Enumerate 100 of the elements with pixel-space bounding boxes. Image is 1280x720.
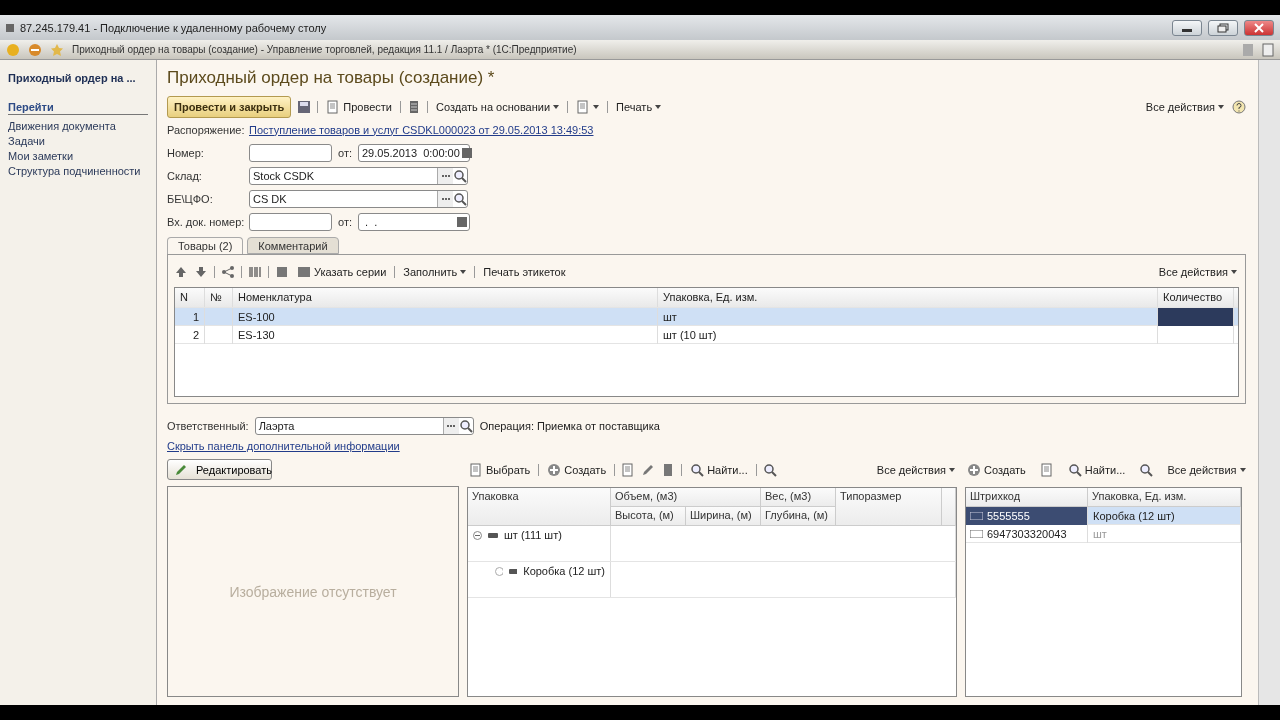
- clear-search-icon[interactable]: [762, 463, 777, 477]
- all-actions-menu[interactable]: Все действия: [1156, 262, 1239, 282]
- series-button[interactable]: Указать серии: [295, 262, 389, 282]
- caret-icon: [655, 105, 662, 109]
- table-cell: ES-130: [233, 326, 658, 344]
- column-header: Глубина, (м): [761, 507, 836, 526]
- table-row[interactable]: 1 ES-100 шт: [175, 308, 1238, 326]
- sidebar-item[interactable]: Мои заметки: [8, 150, 148, 162]
- column-header[interactable]: N: [175, 288, 205, 307]
- quantity-cell[interactable]: [1158, 308, 1234, 326]
- column-header: Типоразмер: [836, 488, 942, 526]
- hide-panel-link[interactable]: Скрыть панель дополнительной информации: [167, 440, 400, 452]
- sidebar-item[interactable]: Движения документа: [8, 120, 148, 132]
- find-button[interactable]: Найти...: [688, 460, 750, 480]
- caret-icon: [949, 468, 955, 472]
- share-icon[interactable]: [221, 265, 235, 279]
- caret-icon: [460, 270, 467, 274]
- all-actions-menu[interactable]: Все действия: [1165, 460, 1248, 480]
- scrollbar[interactable]: [1258, 60, 1280, 705]
- form-title: Приходный ордер на товары (создание) *: [167, 68, 496, 88]
- print-menu[interactable]: Печать: [614, 97, 664, 117]
- window-title: 87.245.179.41 - Подключение к удаленному рабочему столу: [20, 21, 328, 34]
- caret-icon: [553, 105, 560, 109]
- column-header[interactable]: Упаковка: [468, 488, 611, 526]
- date-field[interactable]: 29.05.2013 0:00:00: [358, 143, 470, 162]
- tab[interactable]: Комментарий: [247, 237, 339, 254]
- document-icon[interactable]: [1039, 463, 1054, 477]
- document-menu[interactable]: [574, 97, 602, 117]
- search-icon[interactable]: [690, 463, 705, 477]
- restore-icon: [1217, 22, 1229, 33]
- table-cell: 5555555: [966, 507, 1088, 525]
- caret-icon: [593, 105, 600, 109]
- select-button[interactable]: Выбрать: [467, 460, 533, 480]
- pencil-icon[interactable]: [174, 462, 188, 477]
- document-icon[interactable]: [576, 100, 591, 114]
- search-icon[interactable]: [453, 168, 467, 183]
- menu-icon[interactable]: [28, 42, 42, 57]
- column-header[interactable]: Количество: [1158, 288, 1234, 307]
- select-field[interactable]: CS DK: [249, 189, 468, 208]
- save-icon[interactable]: [297, 100, 312, 114]
- search-icon[interactable]: [1067, 463, 1082, 477]
- table-row[interactable]: 2 ES-130 шт (10 шт): [175, 326, 1238, 344]
- all-actions-menu[interactable]: Все действия: [874, 460, 957, 480]
- collapse-icon[interactable]: [473, 530, 482, 540]
- add-icon[interactable]: [547, 463, 562, 477]
- field-label: от:: [338, 215, 352, 228]
- column-header[interactable]: №: [205, 288, 233, 307]
- create-button[interactable]: Создать: [965, 460, 1028, 480]
- select-field[interactable]: Лаэрта: [254, 416, 474, 435]
- column-header[interactable]: Штрихкод: [966, 488, 1088, 507]
- number-field[interactable]: [249, 212, 332, 231]
- pencil-icon[interactable]: [641, 463, 656, 477]
- create-button[interactable]: Создать: [545, 460, 609, 480]
- date-field[interactable]: . .: [358, 212, 470, 231]
- ellipsis-icon[interactable]: [442, 417, 459, 434]
- tab[interactable]: Товары (2): [167, 237, 244, 254]
- ellipsis-icon[interactable]: [437, 167, 453, 184]
- post-button[interactable]: Провести: [324, 97, 394, 117]
- find-button[interactable]: Найти...: [1065, 460, 1128, 480]
- field-label: от:: [338, 146, 352, 159]
- caret-icon: [1218, 105, 1224, 109]
- sidebar-item[interactable]: Задачи: [8, 135, 148, 147]
- search-icon[interactable]: [458, 418, 473, 433]
- tree-item[interactable]: шт (111 шт): [473, 529, 605, 541]
- table-row[interactable]: 5555555 Коробка (12 шт): [966, 507, 1241, 525]
- column-header[interactable]: Упаковка, Ед. изм.: [1088, 488, 1241, 507]
- number-field[interactable]: [249, 143, 332, 162]
- operation-text: Операция: Приемка от поставщика: [479, 419, 660, 432]
- print-labels-button[interactable]: Печать этикеток: [481, 262, 568, 282]
- column-header[interactable]: Упаковка, Ед. изм.: [658, 288, 1158, 307]
- close-button[interactable]: [1244, 19, 1274, 36]
- document-icon[interactable]: [621, 463, 636, 477]
- table-row[interactable]: 6947303320043 шт: [966, 525, 1241, 543]
- field-label: Склад:: [167, 169, 203, 182]
- minimize-button[interactable]: [1172, 19, 1202, 36]
- order-link[interactable]: Поступление товаров и услуг CSDKL000023 от 29.05.2013 13:49:53: [249, 123, 594, 136]
- ellipsis-icon[interactable]: [437, 190, 453, 207]
- field-label: БЕ\ЦФО:: [167, 192, 214, 205]
- document-icon[interactable]: [469, 463, 483, 477]
- help-icon[interactable]: [1232, 100, 1246, 114]
- package-icon: [488, 532, 498, 538]
- clear-search-icon[interactable]: [1139, 463, 1154, 477]
- star-icon[interactable]: [50, 42, 64, 57]
- up-arrow-icon[interactable]: [174, 265, 188, 279]
- fill-menu[interactable]: Заполнить: [401, 262, 469, 282]
- search-icon[interactable]: [453, 191, 467, 206]
- column-header: Объем, (м3): [611, 488, 761, 507]
- down-arrow-icon[interactable]: [194, 265, 208, 279]
- restore-button[interactable]: [1208, 19, 1238, 36]
- scrollbar[interactable]: [942, 488, 956, 526]
- all-actions-menu[interactable]: Все действия: [1143, 97, 1226, 117]
- edit-button[interactable]: Редактировать: [167, 459, 272, 480]
- post-close-button[interactable]: Провести и закрыть: [167, 96, 292, 118]
- sidebar-item[interactable]: Структура подчиненности: [8, 165, 148, 177]
- document-icon[interactable]: [326, 100, 341, 114]
- select-field[interactable]: Stock CSDK: [249, 166, 468, 185]
- create-based-menu[interactable]: Создать на основании: [433, 97, 562, 117]
- add-icon[interactable]: [967, 463, 981, 477]
- tree-item[interactable]: Коробка (12 шт): [473, 565, 605, 577]
- column-header[interactable]: Номенклатура: [233, 288, 658, 307]
